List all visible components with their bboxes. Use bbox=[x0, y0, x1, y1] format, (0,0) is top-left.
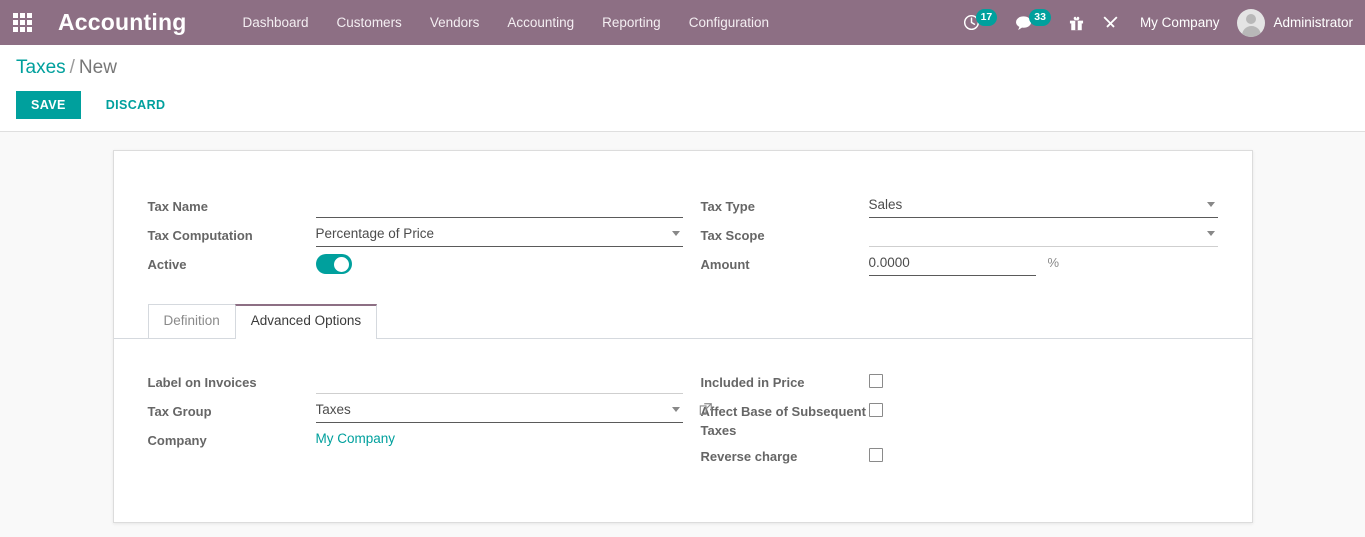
field-value-tax-computation bbox=[316, 220, 683, 247]
activity-menu-button[interactable]: 17 bbox=[954, 0, 1007, 45]
field-label-active: Active bbox=[148, 249, 316, 275]
field-label-reverse-charge: Reverse charge bbox=[701, 441, 869, 467]
app-brand-title[interactable]: Accounting bbox=[58, 9, 187, 36]
menu-item-reporting[interactable]: Reporting bbox=[588, 0, 675, 45]
breadcrumb-separator: / bbox=[70, 57, 75, 78]
breadcrumb: Taxes/New bbox=[0, 58, 1365, 79]
field-value-active bbox=[316, 249, 683, 274]
amount-unit-label: % bbox=[1048, 255, 1060, 270]
field-active: Active bbox=[148, 249, 683, 278]
affect-base-checkbox[interactable] bbox=[869, 403, 883, 417]
field-value-tax-name bbox=[316, 191, 683, 218]
active-toggle[interactable] bbox=[316, 254, 352, 274]
tab-definition[interactable]: Definition bbox=[148, 304, 236, 339]
form-view-background: Tax Name Tax Computation Active bbox=[0, 132, 1365, 537]
messages-count-badge: 33 bbox=[1029, 9, 1051, 26]
field-label-amount: Amount bbox=[701, 249, 869, 275]
field-label-on-invoices: Label on Invoices bbox=[148, 367, 683, 396]
avatar-icon bbox=[1237, 9, 1265, 37]
field-company: Company My Company bbox=[148, 425, 683, 454]
toggle-knob bbox=[334, 257, 349, 272]
notebook: Definition Advanced Options Label on Inv… bbox=[114, 304, 1252, 510]
field-label-company: Company bbox=[148, 425, 316, 451]
navbar-right-tools: 17 33 bbox=[954, 0, 1365, 45]
tab-panel-advanced-options: Label on Invoices Tax Group bbox=[114, 339, 1252, 510]
tax-type-select[interactable] bbox=[869, 191, 1218, 218]
menu-item-customers[interactable]: Customers bbox=[323, 0, 416, 45]
activity-count-badge: 17 bbox=[976, 9, 998, 26]
record-action-buttons: SAVE DISCARD bbox=[0, 91, 1365, 120]
save-button[interactable]: SAVE bbox=[16, 91, 81, 120]
menu-item-vendors[interactable]: Vendors bbox=[416, 0, 494, 45]
field-value-company: My Company bbox=[316, 425, 683, 451]
field-label-tax-type: Tax Type bbox=[701, 191, 869, 217]
label-on-invoices-input[interactable] bbox=[316, 367, 683, 394]
tools-menu-button[interactable] bbox=[1093, 0, 1128, 45]
tax-scope-select[interactable] bbox=[869, 220, 1218, 247]
tax-computation-select[interactable] bbox=[316, 220, 683, 247]
tools-icon bbox=[1102, 14, 1119, 31]
company-link[interactable]: My Company bbox=[316, 425, 396, 451]
field-value-tax-scope bbox=[869, 220, 1218, 247]
main-menu: Dashboard Customers Vendors Accounting R… bbox=[229, 0, 784, 45]
user-name-label: Administrator bbox=[1273, 15, 1353, 30]
control-panel: Taxes/New SAVE DISCARD bbox=[0, 45, 1365, 132]
discard-button[interactable]: DISCARD bbox=[93, 91, 179, 120]
field-tax-scope: Tax Scope bbox=[701, 220, 1218, 249]
gift-icon bbox=[1069, 15, 1084, 31]
tax-fields-left-column: Tax Name Tax Computation Active bbox=[148, 191, 683, 278]
user-menu-button[interactable]: Administrator bbox=[1231, 9, 1353, 37]
field-tax-type: Tax Type bbox=[701, 191, 1218, 220]
top-navbar: Accounting Dashboard Customers Vendors A… bbox=[0, 0, 1365, 45]
menu-item-accounting[interactable]: Accounting bbox=[493, 0, 588, 45]
form-sheet: Tax Name Tax Computation Active bbox=[113, 150, 1253, 523]
field-label-tax-scope: Tax Scope bbox=[701, 220, 869, 246]
gift-menu-button[interactable] bbox=[1060, 0, 1093, 45]
tab-advanced-options[interactable]: Advanced Options bbox=[235, 304, 377, 339]
breadcrumb-item-taxes[interactable]: Taxes bbox=[16, 57, 66, 78]
field-value-label-on-invoices bbox=[316, 367, 683, 394]
field-tax-name: Tax Name bbox=[148, 191, 683, 220]
notebook-tab-bar: Definition Advanced Options bbox=[114, 304, 1252, 339]
menu-item-configuration[interactable]: Configuration bbox=[675, 0, 783, 45]
tax-group-select[interactable] bbox=[316, 396, 683, 423]
field-label-tax-group: Tax Group bbox=[148, 396, 316, 422]
field-value-amount: % bbox=[869, 249, 1218, 276]
field-reverse-charge: Reverse charge bbox=[701, 441, 1218, 470]
field-label-included-in-price: Included in Price bbox=[701, 367, 869, 393]
company-switcher[interactable]: My Company bbox=[1128, 0, 1232, 45]
messages-menu-button[interactable]: 33 bbox=[1006, 0, 1060, 45]
amount-input[interactable] bbox=[869, 249, 1036, 276]
included-in-price-checkbox[interactable] bbox=[869, 374, 883, 388]
apps-grid-icon bbox=[13, 13, 32, 32]
field-tax-group: Tax Group bbox=[148, 396, 683, 425]
advanced-left-column: Label on Invoices Tax Group bbox=[148, 367, 683, 470]
breadcrumb-item-current: New bbox=[79, 57, 117, 78]
field-amount: Amount % bbox=[701, 249, 1218, 278]
field-included-in-price: Included in Price bbox=[701, 367, 1218, 396]
menu-item-dashboard[interactable]: Dashboard bbox=[229, 0, 323, 45]
field-tax-computation: Tax Computation bbox=[148, 220, 683, 249]
field-value-tax-type bbox=[869, 191, 1218, 218]
advanced-right-column: Included in Price Affect Base of Subsequ… bbox=[683, 367, 1218, 470]
reverse-charge-checkbox[interactable] bbox=[869, 448, 883, 462]
field-label-affect-base: Affect Base of Subsequent Taxes bbox=[701, 396, 869, 441]
tax-fields-right-column: Tax Type Tax Scope Amount bbox=[683, 191, 1218, 278]
field-label-label-on-invoices: Label on Invoices bbox=[148, 367, 316, 393]
external-link-icon[interactable] bbox=[699, 402, 713, 421]
tax-main-fields: Tax Name Tax Computation Active bbox=[114, 151, 1252, 288]
apps-menu-button[interactable] bbox=[0, 0, 44, 45]
field-label-tax-name: Tax Name bbox=[148, 191, 316, 217]
field-label-tax-computation: Tax Computation bbox=[148, 220, 316, 246]
field-affect-base: Affect Base of Subsequent Taxes bbox=[701, 396, 1218, 441]
field-value-tax-group bbox=[316, 396, 683, 423]
tax-name-input[interactable] bbox=[316, 191, 683, 218]
